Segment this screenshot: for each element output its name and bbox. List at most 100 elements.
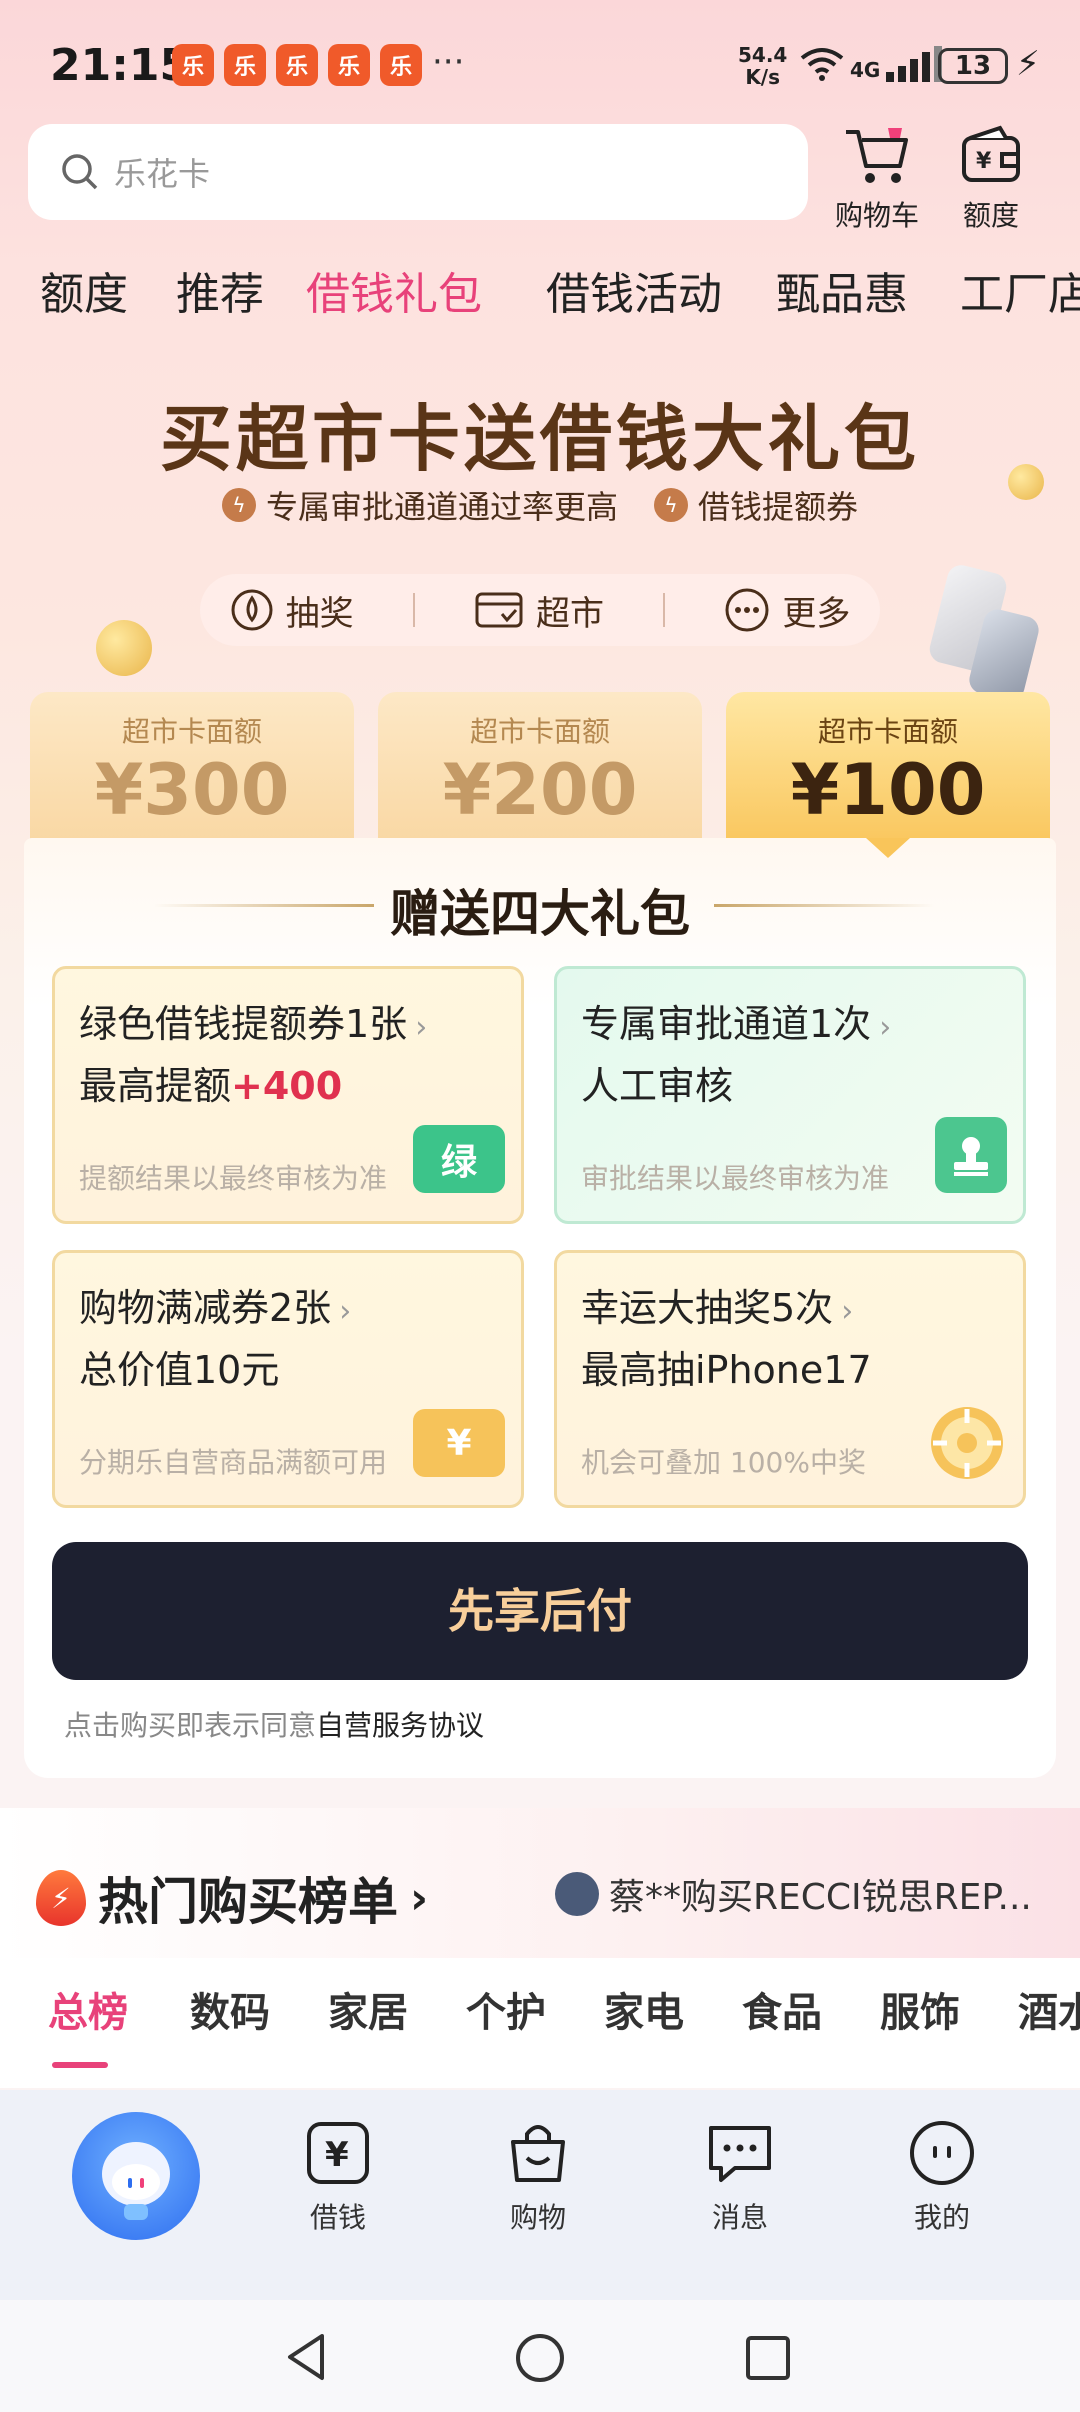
card-option-value: ¥300 bbox=[94, 749, 290, 831]
chevron-right-icon: › bbox=[841, 1294, 854, 1329]
tab-personal-care[interactable]: 个护 bbox=[466, 1980, 546, 2038]
more-icon bbox=[725, 588, 769, 632]
gift-panel-title: 赠送四大礼包 bbox=[390, 885, 690, 943]
svg-text:¥: ¥ bbox=[976, 149, 992, 174]
back-icon[interactable] bbox=[282, 2332, 332, 2382]
quick-lottery[interactable]: 抽奖 bbox=[230, 586, 354, 635]
active-tab-underline bbox=[52, 2062, 108, 2068]
flame-icon: ⚡ bbox=[36, 1870, 86, 1926]
status-time: 21:15 bbox=[50, 40, 191, 91]
gift-note: 提额结果以最终审核为准 bbox=[79, 1162, 388, 1195]
banner-benefit-text: 专属审批通道通过率更高 bbox=[265, 488, 618, 526]
net-speed-unit: K/s bbox=[745, 65, 781, 89]
more-notifications-icon: ··· bbox=[432, 42, 465, 82]
chevron-right-icon: › bbox=[415, 1010, 428, 1045]
tab-liquor[interactable]: 酒水 bbox=[1018, 1980, 1080, 2038]
app-notification-icon: 乐 bbox=[380, 44, 422, 86]
notification-icons: 乐 乐 乐 乐 乐 bbox=[172, 44, 422, 86]
nav-loan-label: 借钱 bbox=[309, 2201, 366, 2234]
tab-selected-deals[interactable]: 甄品惠 bbox=[776, 258, 908, 322]
gift-panel: 赠送四大礼包 绿色借钱提额券1张 › 最高提额+400 提额结果以最终审核为准 绿… bbox=[24, 838, 1056, 1778]
gift-card-approval-channel[interactable]: 专属审批通道1次 › 人工审核 审批结果以最终审核为准 bbox=[554, 966, 1026, 1224]
chevron-right-icon: › bbox=[410, 1872, 429, 1924]
quick-more[interactable]: 更多 bbox=[724, 586, 850, 635]
tab-home[interactable]: 家居 bbox=[328, 1980, 408, 2038]
app-notification-icon: 乐 bbox=[328, 44, 370, 86]
tab-appliances[interactable]: 家电 bbox=[604, 1980, 684, 2038]
card-option-value: ¥100 bbox=[790, 749, 986, 831]
purchase-ticker: 蔡**购买RECCI锐思REP... bbox=[555, 1868, 1055, 1920]
battery-indicator: 13 bbox=[938, 48, 1008, 84]
hot-list-title-link[interactable]: ⚡ 热门购买榜单 › bbox=[36, 1862, 428, 1934]
nav-profile-label: 我的 bbox=[913, 2201, 970, 2234]
tab-quota[interactable]: 额度 bbox=[40, 258, 128, 322]
gift-card-shopping-coupon[interactable]: 购物满减券2张 › 总价值10元 分期乐自营商品满额可用 ¥ bbox=[52, 1250, 524, 1508]
banner-subtitle: ϟ 专属审批通道通过率更高 ϟ 借钱提额券 bbox=[0, 482, 1080, 528]
app-notification-icon: 乐 bbox=[172, 44, 214, 86]
profile-icon bbox=[910, 2121, 974, 2185]
tab-loan-activity[interactable]: 借钱活动 bbox=[546, 258, 722, 322]
pay-later-button[interactable]: 先享后付 bbox=[52, 1542, 1028, 1680]
lightning-icon: ϟ bbox=[654, 488, 688, 522]
nav-shopping[interactable]: 购物 bbox=[478, 2118, 598, 2236]
lottery-icon bbox=[231, 589, 273, 631]
tab-loan-gift[interactable]: 借钱礼包 bbox=[306, 258, 482, 322]
nav-loan[interactable]: ¥ 借钱 bbox=[278, 2118, 398, 2236]
charging-icon: ⚡ bbox=[1016, 44, 1040, 84]
lucky-wheel-icon bbox=[927, 1403, 1007, 1483]
tab-digital[interactable]: 数码 bbox=[190, 1980, 270, 2038]
tab-recommend[interactable]: 推荐 bbox=[176, 258, 264, 322]
bag-icon bbox=[511, 2125, 565, 2182]
tab-factory-store[interactable]: 工厂店 bbox=[960, 258, 1080, 322]
assistant-avatar-button[interactable] bbox=[72, 2112, 200, 2240]
card-option-200[interactable]: 超市卡面额 ¥200 bbox=[378, 692, 702, 842]
search-placeholder: 乐花卡 bbox=[114, 155, 211, 193]
network-type: 4G bbox=[850, 58, 881, 82]
tab-food[interactable]: 食品 bbox=[742, 1980, 822, 2038]
approval-stamp-icon bbox=[935, 1117, 1007, 1193]
coin-decoration bbox=[96, 620, 152, 676]
wallet-icon: ¥ bbox=[962, 125, 1020, 182]
banner-benefit-text: 借钱提额券 bbox=[698, 488, 859, 526]
cart-label: 购物车 bbox=[834, 199, 919, 232]
svg-text:¥: ¥ bbox=[325, 2135, 349, 2175]
gift-detail: 最高提额 bbox=[79, 1064, 232, 1108]
quick-more-label: 更多 bbox=[782, 593, 851, 634]
app-notification-icon: 乐 bbox=[276, 44, 318, 86]
hot-list-title: 热门购买榜单 bbox=[98, 1873, 398, 1931]
nav-messages[interactable]: 消息 bbox=[680, 2118, 800, 2236]
title-decoration-line bbox=[714, 904, 934, 907]
card-option-300[interactable]: 超市卡面额 ¥300 bbox=[30, 692, 354, 842]
avatar bbox=[555, 1872, 599, 1916]
gift-card-credit-coupon[interactable]: 绿色借钱提额券1张 › 最高提额+400 提额结果以最终审核为准 绿 bbox=[52, 966, 524, 1224]
tab-apparel[interactable]: 服饰 bbox=[880, 1980, 960, 2038]
quick-supermarket-label: 超市 bbox=[535, 593, 604, 634]
card-option-100[interactable]: 超市卡面额 ¥100 bbox=[726, 692, 1050, 852]
divider bbox=[663, 593, 666, 627]
yuan-icon: ¥ bbox=[307, 2122, 369, 2184]
banner-title: 买超市卡送借钱大礼包 bbox=[159, 397, 920, 481]
quota-button[interactable]: ¥ 额度 bbox=[936, 124, 1046, 234]
card-option-value: ¥200 bbox=[442, 749, 638, 831]
shopping-cart-icon bbox=[846, 128, 908, 183]
chat-icon bbox=[709, 2126, 771, 2182]
gift-card-lucky-draw[interactable]: 幸运大抽奖5次 › 最高抽iPhone17 机会可叠加 100%中奖 bbox=[554, 1250, 1026, 1508]
network-speed: 54.4 K/s bbox=[738, 44, 787, 88]
bottom-navigation: ¥ 借钱 购物 消息 我的 bbox=[0, 2090, 1080, 2300]
tab-all[interactable]: 总榜 bbox=[48, 1980, 128, 2038]
cart-button[interactable]: 购物车 bbox=[822, 124, 932, 234]
lightning-icon: ϟ bbox=[221, 488, 256, 522]
green-coupon-icon: 绿 bbox=[413, 1125, 505, 1193]
nav-profile[interactable]: 我的 bbox=[882, 2118, 1002, 2236]
search-bar[interactable]: 乐花卡 bbox=[28, 124, 808, 220]
hot-list-tabs: 总榜 数码 家居 个护 家电 食品 服饰 酒水 bbox=[0, 1980, 1080, 2070]
card-option-label: 超市卡面额 bbox=[469, 715, 610, 748]
selected-card-pointer bbox=[866, 838, 910, 858]
home-icon[interactable] bbox=[514, 2332, 566, 2384]
recent-apps-icon[interactable] bbox=[744, 2334, 792, 2382]
robot-assistant-icon bbox=[102, 2142, 170, 2220]
net-speed-value: 54.4 bbox=[738, 43, 788, 67]
service-agreement-link[interactable]: 自营服务协议 bbox=[316, 1709, 484, 1742]
nav-shopping-label: 购物 bbox=[509, 2201, 566, 2234]
quick-supermarket[interactable]: 超市 bbox=[474, 586, 604, 635]
